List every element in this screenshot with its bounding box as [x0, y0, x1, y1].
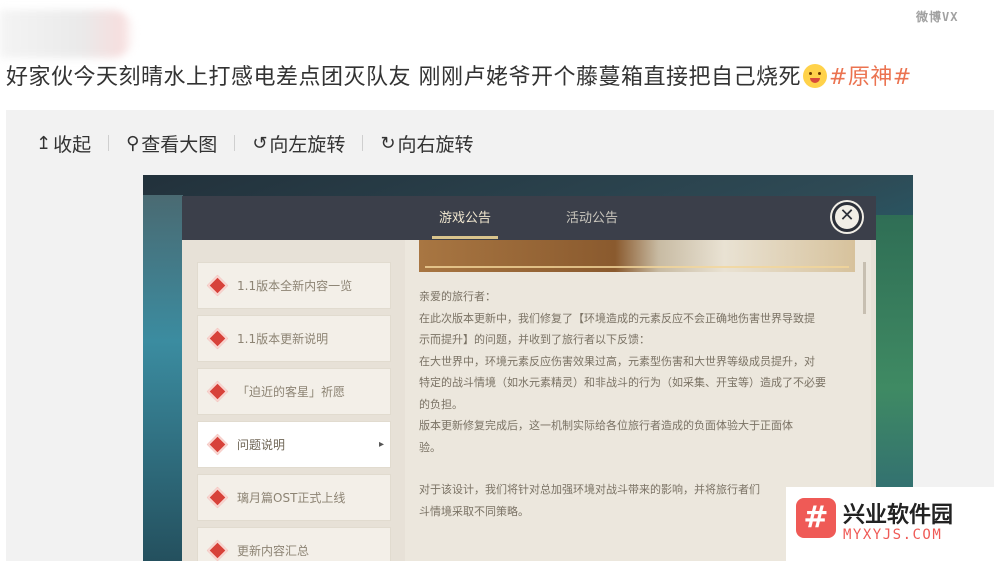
image-toolbar: ↥ 收起 ⚲ 查看大图 ↺ 向左旋转 ↻ 向右旋转 — [36, 128, 474, 158]
announcement-line: 在此次版本更新中，我们修复了【环境造成的元素反应不会正确地伤害世界导致提 — [419, 311, 815, 325]
search-icon: ⚲ — [126, 132, 140, 154]
collapse-label: 收起 — [53, 133, 92, 156]
list-item-label: 更新内容汇总 — [237, 544, 310, 558]
list-item-label: 「迫近的客星」祈愿 — [237, 385, 346, 399]
list-item-label: 璃月篇OST正式上线 — [237, 491, 346, 505]
announcement-line: 在大世界中，环境元素反应伤害效果过高，元素型伤害和大世界等级成员提升，对 — [419, 354, 815, 368]
rotate-right-label: 向右旋转 — [397, 133, 474, 156]
rotate-left-button[interactable]: ↺ 向左旋转 — [252, 130, 345, 157]
announcement-line: 亲爱的旅行者： — [419, 290, 496, 303]
corner-logo: 微博VX — [916, 10, 959, 24]
watermark-url: MYXYJS.COM — [843, 527, 943, 543]
list-item[interactable]: 「迫近的客星」祈愿 — [197, 368, 391, 415]
toolbar-divider — [108, 135, 110, 151]
list-item[interactable]: 璃月篇OST正式上线 — [197, 474, 391, 521]
announcement-line: 特定的战斗情境（如水元素精灵）和非战斗的行为（如采集、开宝等）造成了不必要 — [419, 376, 826, 389]
toolbar-divider — [234, 135, 236, 151]
tab-game-announcements[interactable]: 游戏公告 — [439, 207, 491, 226]
alert-diamond-icon — [206, 539, 229, 561]
announcement-header — [182, 196, 876, 240]
post-text: 好家伙今天刻晴水上打感电差点团灭队友 刚刚卢姥爷开个藤蔓箱直接把自己烧死 #原神# — [6, 62, 996, 94]
rotate-right-button[interactable]: ↻ 向右旋转 — [380, 130, 473, 157]
view-large-button[interactable]: ⚲ 查看大图 — [126, 130, 217, 157]
list-item[interactable]: 更新内容汇总 — [197, 527, 391, 561]
list-item[interactable]: 1.1版本更新说明 — [197, 315, 391, 362]
announcement-line: 验。 — [419, 440, 441, 454]
game-background-left — [143, 195, 183, 561]
content-scrollbar[interactable] — [863, 262, 866, 314]
hashtag-link[interactable]: #原神# — [829, 65, 912, 90]
close-icon: ✕ — [839, 205, 855, 226]
blurred-avatar — [0, 10, 135, 58]
alert-diamond-icon — [206, 486, 229, 509]
announcement-banner-image — [419, 240, 855, 272]
toolbar-divider — [362, 135, 364, 151]
list-item-label: 1.1版本更新说明 — [237, 332, 329, 346]
collapse-button[interactable]: ↥ 收起 — [36, 130, 91, 157]
watermark-title: 兴业软件园 — [843, 503, 954, 528]
smiley-emoji-icon — [803, 64, 827, 88]
alert-diamond-icon — [206, 327, 229, 350]
announcement-line: 的负担。 — [419, 397, 463, 411]
list-item-label: 1.1版本全新内容一览 — [237, 279, 353, 293]
tab-event-announcements[interactable]: 活动公告 — [566, 207, 618, 226]
rotate-right-icon: ↻ — [380, 132, 396, 154]
rotate-left-icon: ↺ — [252, 132, 268, 154]
rotate-left-label: 向左旋转 — [269, 133, 346, 156]
alert-diamond-icon — [206, 274, 229, 297]
list-item-selected[interactable]: 问题说明 ▸ — [197, 421, 391, 468]
alert-diamond-icon — [206, 433, 229, 456]
watermark-logo: # — [796, 498, 836, 538]
announcement-line: 版本更新修复完成后，这一机制实际给各位旅行者造成的负面体验大于正面体 — [419, 419, 793, 432]
list-item[interactable]: 1.1版本全新内容一览 — [197, 262, 391, 309]
post-body: 好家伙今天刻晴水上打感电差点团灭队友 刚刚卢姥爷开个藤蔓箱直接把自己烧死 — [6, 65, 801, 90]
chevron-right-icon: ▸ — [378, 439, 384, 450]
announcement-line: 示而提升】的问题，并收到了旅行者以下反馈： — [419, 333, 650, 346]
close-button[interactable]: ✕ — [832, 202, 862, 232]
view-large-label: 查看大图 — [141, 133, 218, 156]
active-tab-indicator — [432, 236, 498, 239]
list-item-label: 问题说明 — [237, 438, 286, 452]
collapse-icon: ↥ — [36, 132, 52, 154]
alert-diamond-icon — [206, 380, 229, 403]
